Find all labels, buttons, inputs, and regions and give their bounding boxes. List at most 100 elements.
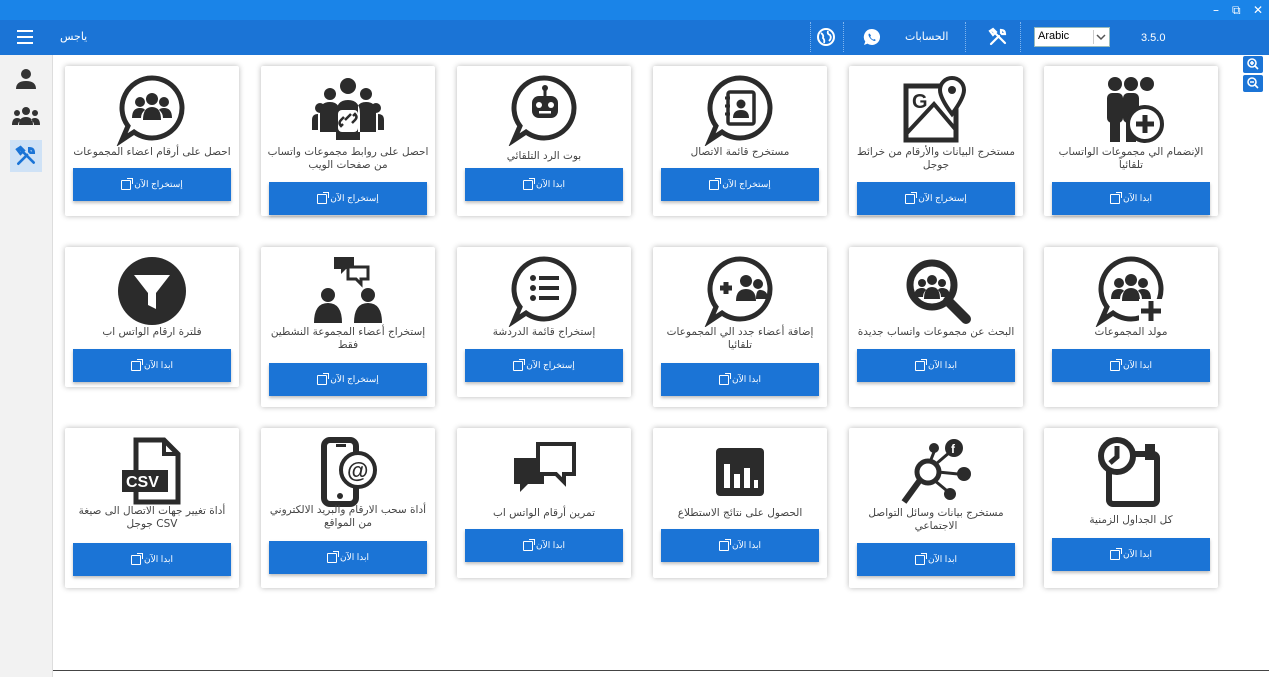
card-title: احصل على أرقام اعضاء المجموعات	[73, 146, 231, 158]
card-action-button[interactable]: ابدا الآن	[857, 349, 1015, 382]
svg-text:@: @	[347, 458, 368, 483]
card-title: فلترة ارقام الواتس اب	[102, 326, 202, 338]
toolbar-divider	[1020, 22, 1021, 52]
external-link-icon	[1110, 358, 1123, 371]
robot-chat-icon	[508, 74, 580, 146]
external-link-icon	[327, 550, 340, 563]
zoom-in-button[interactable]	[1243, 56, 1263, 73]
language-value: Arabic	[1038, 30, 1070, 42]
group-icon	[12, 107, 40, 125]
card-action-button[interactable]: إستخراج الآن	[857, 182, 1015, 215]
top-toolbar: ياجس الحسابات Arabic 3.5.0	[0, 20, 1269, 55]
tool-card: f مستخرج بيانات وسائل التواصل الاجتماعي اب…	[849, 428, 1023, 588]
card-title: مستخرج قائمة الاتصال	[690, 146, 790, 158]
chat-list-icon	[508, 255, 580, 327]
card-title: مولد المجموعات	[1094, 326, 1168, 338]
csv-file-icon: CSV	[122, 437, 181, 505]
tool-card: الإنضمام الي مجموعات الواتساب تلقائياً اب…	[1044, 66, 1218, 216]
card-action-label: إستخراج الآن	[134, 179, 183, 189]
external-link-icon	[915, 552, 928, 565]
card-title: الإنضمام الي مجموعات الواتساب تلقائياً	[1058, 146, 1204, 171]
main-bottom-border	[53, 670, 1269, 671]
card-action-label: ابدا الآن	[340, 552, 369, 562]
card-action-button[interactable]: ابدا الآن	[1052, 182, 1210, 215]
sidebar-item-tools[interactable]	[10, 140, 42, 172]
group-links-icon	[312, 78, 384, 140]
sidebar	[0, 55, 53, 677]
card-action-button[interactable]: إستخراج الآن	[661, 168, 819, 201]
external-link-icon	[513, 358, 526, 371]
card-action-label: ابدا الآن	[1123, 360, 1152, 370]
app-name: ياجس	[60, 30, 88, 43]
card-action-label: ابدا الآن	[536, 179, 565, 189]
poll-results-icon	[716, 448, 764, 496]
toolbar-divider	[843, 22, 844, 52]
external-link-icon	[709, 177, 722, 190]
google-maps-icon: G	[903, 75, 967, 143]
card-action-label: ابدا الآن	[536, 540, 565, 550]
card-action-label: ابدا الآن	[1123, 549, 1152, 559]
tools-icon[interactable]	[988, 27, 1008, 47]
tool-card: الحصول على نتائج الاستطلاع ابدا الآن	[653, 428, 827, 578]
external-link-icon	[719, 372, 732, 385]
card-title: بوت الرد التلقائي	[506, 150, 582, 162]
card-action-button[interactable]: ابدا الآن	[73, 543, 231, 576]
card-action-button[interactable]: ابدا الآن	[1052, 349, 1210, 382]
card-action-label: ابدا الآن	[144, 554, 173, 564]
card-action-button[interactable]: إستخراج الآن	[269, 363, 427, 396]
version-label: 3.5.0	[1141, 32, 1166, 44]
external-link-icon	[1110, 191, 1123, 204]
zoom-out-icon	[1247, 77, 1259, 89]
tool-card: بوت الرد التلقائي ابدا الآن	[457, 66, 631, 216]
tool-card: احصل على روابط مجموعات واتساب من صفحات ا…	[261, 66, 435, 216]
window-titlebar: – ⧉ ✕	[0, 0, 1269, 20]
card-title: كل الجداول الزمنية	[1089, 514, 1173, 526]
card-action-button[interactable]: ابدا الآن	[465, 168, 623, 201]
card-action-button[interactable]: ابدا الآن	[465, 529, 623, 562]
card-action-button[interactable]: إستخراج الآن	[73, 168, 231, 201]
card-title: مستخرج البيانات والأرقام من خرائط جوجل	[857, 146, 1015, 171]
card-title: البحث عن مجموعات واتساب جديدة	[857, 326, 1015, 338]
card-action-button[interactable]: ابدا الآن	[73, 349, 231, 382]
add-members-chat-icon	[704, 255, 776, 327]
card-action-button[interactable]: ابدا الآن	[1052, 538, 1210, 571]
external-link-icon	[915, 358, 928, 371]
card-action-label: ابدا الآن	[928, 360, 957, 370]
zoom-in-icon	[1247, 58, 1259, 70]
card-title: تمرين أرقام الواتس اب	[493, 507, 595, 519]
tool-card: مستخرج قائمة الاتصال إستخراج الآن	[653, 66, 827, 216]
card-title: أداة تغيير جهات الاتصال الى صيغة CSV جوج…	[78, 505, 226, 530]
social-media-search-icon: f	[901, 439, 971, 504]
sidebar-item-groups[interactable]	[10, 100, 42, 132]
card-title: احصل على روابط مجموعات واتساب من صفحات ا…	[267, 146, 429, 171]
active-members-icon	[314, 257, 382, 323]
tool-card: البحث عن مجموعات واتساب جديدة ابدا الآن	[849, 247, 1023, 407]
svg-text:G: G	[912, 91, 928, 113]
card-action-label: ابدا الآن	[732, 374, 761, 384]
card-action-button[interactable]: ابدا الآن	[857, 543, 1015, 576]
card-action-label: إستخراج الآن	[330, 193, 379, 203]
card-action-button[interactable]: ابدا الآن	[661, 363, 819, 396]
language-select[interactable]: Arabic	[1034, 27, 1110, 47]
sidebar-item-user[interactable]	[10, 63, 42, 95]
card-action-button[interactable]: إستخراج الآن	[465, 349, 623, 382]
zoom-out-button[interactable]	[1243, 75, 1263, 92]
phone-email-icon: @	[321, 437, 377, 507]
schedule-clock-icon	[1098, 437, 1160, 507]
card-title: إستخراج أعضاء المجموعة النشطين فقط	[270, 326, 426, 351]
card-action-button[interactable]: إستخراج الآن	[269, 182, 427, 215]
close-button[interactable]: ✕	[1253, 1, 1263, 19]
card-action-label: إستخراج الآن	[526, 360, 575, 370]
card-action-button[interactable]: ابدا الآن	[661, 529, 819, 562]
globe-icon[interactable]	[816, 27, 836, 47]
hamburger-icon[interactable]	[17, 30, 33, 44]
restore-button[interactable]: ⧉	[1232, 1, 1241, 19]
card-title: مستخرج بيانات وسائل التواصل الاجتماعي	[868, 507, 1004, 532]
whatsapp-icon[interactable]	[862, 27, 882, 47]
card-action-button[interactable]: ابدا الآن	[269, 541, 427, 574]
search-groups-icon	[906, 259, 971, 324]
filter-icon	[118, 257, 186, 325]
minimize-button[interactable]: –	[1213, 1, 1219, 19]
accounts-label[interactable]: الحسابات	[905, 30, 948, 43]
external-link-icon	[1110, 547, 1123, 560]
